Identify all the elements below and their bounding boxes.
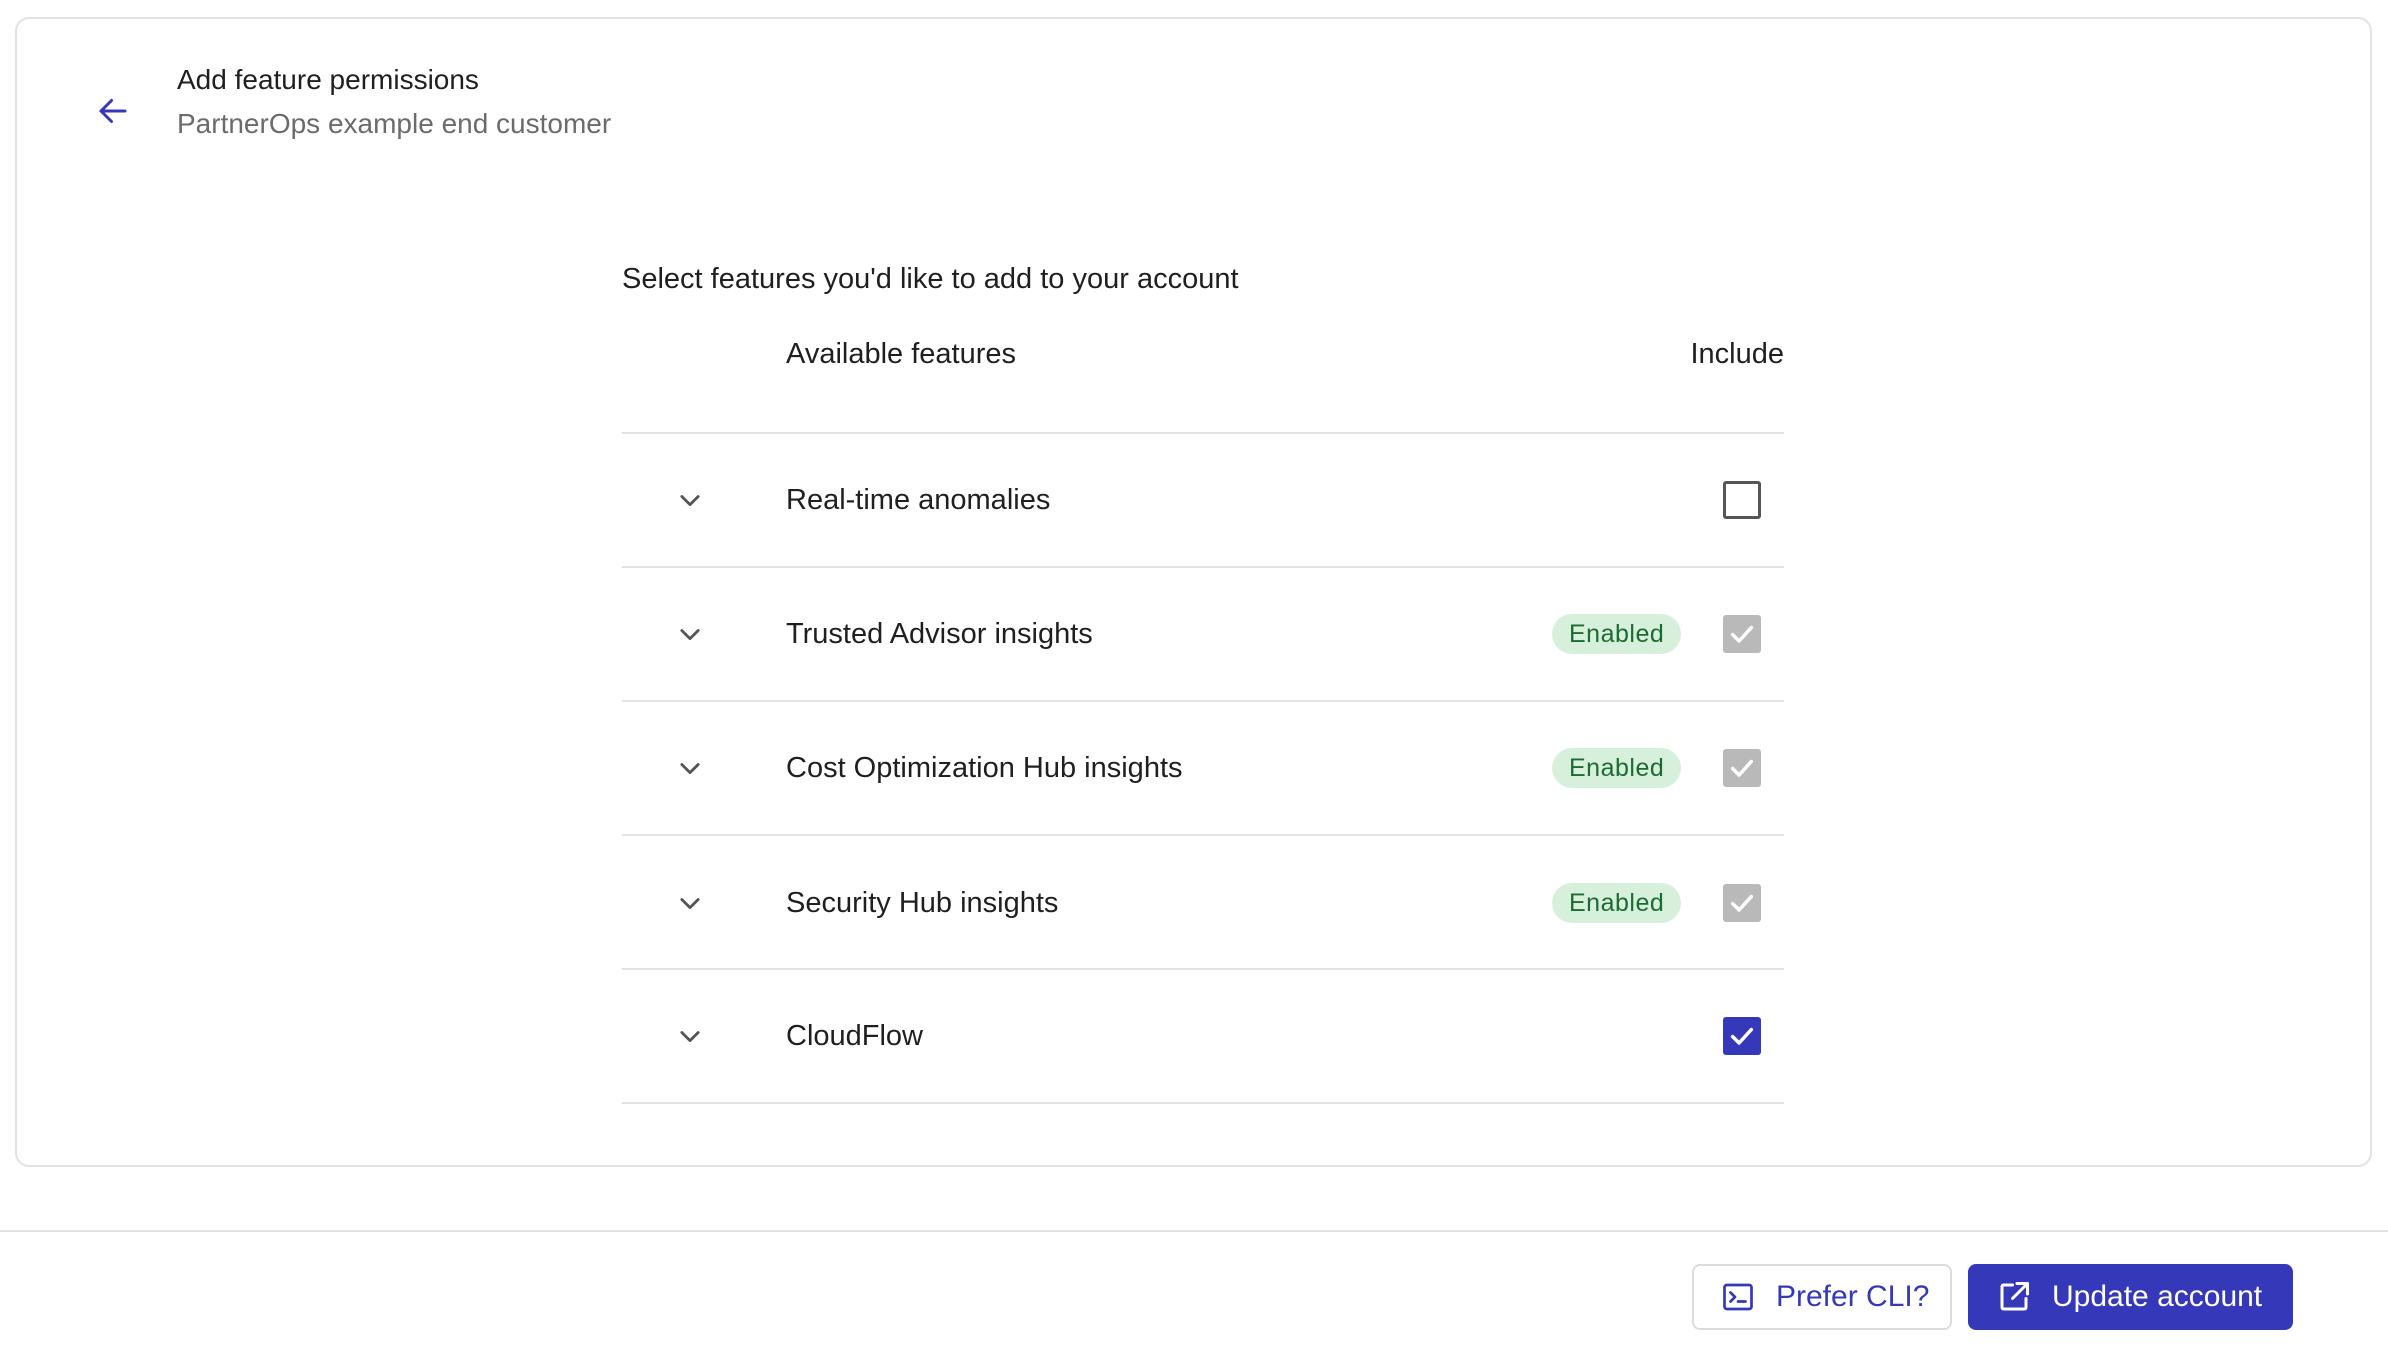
check-icon xyxy=(1730,625,1754,643)
expand-row-button[interactable] xyxy=(674,618,706,650)
status-badge: Enabled xyxy=(1552,883,1682,923)
feature-row: Cost Optimization Hub insights Enabled xyxy=(622,702,1784,836)
include-checkbox[interactable] xyxy=(1723,481,1761,519)
include-checkbox xyxy=(1723,749,1761,787)
feature-label: Real-time anomalies xyxy=(786,484,1051,516)
status-badge: Enabled xyxy=(1552,748,1682,788)
chevron-down-icon xyxy=(680,898,700,910)
expand-row-button[interactable] xyxy=(674,752,706,784)
page: Add feature permissions PartnerOps examp… xyxy=(0,0,2388,1350)
prefer-cli-button[interactable]: Prefer CLI? xyxy=(1692,1264,1952,1330)
update-account-label: Update account xyxy=(2052,1280,2263,1313)
feature-label: Security Hub insights xyxy=(786,887,1059,919)
feature-row: Security Hub insights Enabled xyxy=(622,836,1784,970)
page-subtitle: PartnerOps example end customer xyxy=(177,108,612,139)
include-checkbox xyxy=(1723,884,1761,922)
expand-row-button[interactable] xyxy=(674,887,706,919)
table-header: Available features Include xyxy=(622,319,1784,434)
column-header-include: Include xyxy=(1690,338,1784,370)
feature-label: Trusted Advisor insights xyxy=(786,618,1093,650)
check-icon xyxy=(1730,1027,1754,1045)
prefer-cli-label: Prefer CLI? xyxy=(1776,1280,1930,1313)
include-checkbox[interactable] xyxy=(1723,1017,1761,1055)
feature-label: CloudFlow xyxy=(786,1020,923,1052)
include-checkbox xyxy=(1723,615,1761,653)
feature-label: Cost Optimization Hub insights xyxy=(786,752,1183,784)
update-account-button[interactable]: Update account xyxy=(1968,1264,2293,1330)
section-title: Select features you'd like to add to you… xyxy=(622,263,1239,295)
page-title: Add feature permissions xyxy=(177,64,479,95)
expand-row-button[interactable] xyxy=(674,484,706,516)
check-icon xyxy=(1730,894,1754,912)
terminal-icon xyxy=(1720,1279,1756,1315)
feature-row: CloudFlow xyxy=(622,970,1784,1104)
feature-row: Real-time anomalies xyxy=(622,434,1784,568)
expand-row-button[interactable] xyxy=(674,1020,706,1052)
footer-divider xyxy=(0,1230,2388,1232)
feature-row: Trusted Advisor insights Enabled xyxy=(622,568,1784,702)
check-icon xyxy=(1730,759,1754,777)
column-header-features: Available features xyxy=(786,338,1017,370)
chevron-down-icon xyxy=(680,763,700,775)
chevron-down-icon xyxy=(680,495,700,507)
chevron-down-icon xyxy=(680,629,700,641)
feature-permissions-card: Add feature permissions PartnerOps examp… xyxy=(15,17,2372,1167)
external-link-icon xyxy=(1996,1279,2032,1315)
chevron-down-icon xyxy=(680,1031,700,1043)
back-button[interactable] xyxy=(81,79,145,143)
status-badge: Enabled xyxy=(1552,614,1682,654)
features-section: Select features you'd like to add to you… xyxy=(622,259,1784,1104)
arrow-left-icon xyxy=(99,99,127,123)
